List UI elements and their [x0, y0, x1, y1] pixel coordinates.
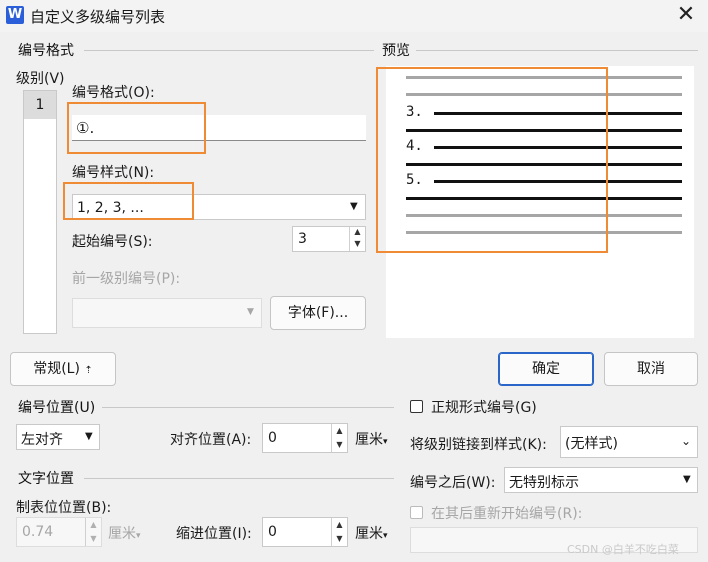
spin-down-icon[interactable]: ▼: [350, 239, 365, 251]
spin-up-icon[interactable]: ▲: [350, 227, 365, 239]
start-number-stepper[interactable]: 3 ▲ ▼: [292, 226, 366, 252]
style-label: 编号样式(N):: [72, 165, 155, 181]
highlight-box: [67, 102, 206, 154]
align-position-label: 对齐位置(A):: [170, 432, 252, 448]
restart-numbering-checkbox: [410, 506, 423, 519]
chevron-down-icon: ▾: [383, 437, 388, 447]
legal-numbering-checkbox[interactable]: [410, 400, 423, 413]
legal-numbering-label: 正规形式编号(G): [431, 400, 537, 416]
spin-up-icon: ▲: [90, 520, 97, 529]
spin-down-icon: ▼: [90, 534, 97, 543]
alignment-value: 左对齐: [21, 432, 63, 448]
link-style-select[interactable]: (无样式) ⌄: [560, 426, 698, 458]
align-position-value: 0: [268, 430, 277, 446]
expand-icon: ⇡: [84, 365, 93, 376]
close-icon[interactable]: ✕: [674, 4, 698, 28]
after-number-label: 编号之后(W):: [410, 475, 496, 491]
level-list[interactable]: 1: [23, 90, 57, 334]
chevron-down-icon: ▼: [683, 474, 691, 485]
tab-unit-select: 厘米▾: [108, 523, 141, 543]
indent-unit: 厘米: [355, 526, 383, 542]
align-unit-select[interactable]: 厘米▾: [355, 429, 388, 449]
start-value: 3: [298, 231, 307, 247]
level-item[interactable]: 1: [24, 91, 56, 119]
tab-position-label: 制表位位置(B):: [16, 500, 112, 516]
divider: [84, 478, 394, 479]
chevron-down-icon: ▼: [350, 201, 358, 212]
chevron-down-icon: ▼: [85, 431, 93, 442]
format-label: 编号格式(O):: [72, 85, 155, 101]
divider: [416, 50, 698, 51]
chevron-down-icon: ▼: [247, 307, 254, 317]
spin-up-icon[interactable]: ▲: [332, 424, 347, 438]
wps-writer-icon: W: [6, 6, 24, 24]
chevron-down-icon: ⌄: [681, 434, 692, 448]
number-position-title: 编号位置(U): [18, 400, 96, 416]
highlight-box: [63, 182, 194, 220]
chevron-down-icon: ▾: [383, 531, 388, 541]
number-format-group-title: 编号格式: [18, 43, 74, 59]
link-style-value: (无样式): [565, 436, 618, 452]
window-title: 自定义多级编号列表: [30, 8, 166, 26]
after-number-value: 无特别标示: [509, 475, 579, 491]
spin-down-icon[interactable]: ▼: [332, 532, 347, 546]
align-position-stepper[interactable]: 0 ▲ ▼: [262, 423, 348, 453]
spinner[interactable]: ▲ ▼: [331, 518, 347, 546]
indent-unit-select[interactable]: 厘米▾: [355, 523, 388, 543]
text-position-title: 文字位置: [18, 471, 74, 487]
highlight-box: [376, 67, 608, 253]
restart-numbering-label: 在其后重新开始编号(R):: [431, 506, 583, 522]
spinner: ▲ ▼: [85, 518, 101, 546]
start-label: 起始编号(S):: [72, 234, 153, 250]
font-button[interactable]: 字体(F)...: [270, 296, 366, 330]
indent-value: 0: [268, 524, 277, 540]
prev-level-label: 前一级别编号(P):: [72, 271, 181, 287]
after-number-select[interactable]: 无特别标示 ▼: [504, 467, 698, 493]
chevron-down-icon: ▾: [136, 531, 141, 541]
spin-down-icon[interactable]: ▼: [332, 438, 347, 452]
divider: [84, 50, 374, 51]
prev-level-select: ▼: [72, 298, 262, 328]
tab-position-value: 0.74: [22, 524, 54, 540]
divider: [102, 407, 394, 408]
ok-button[interactable]: 确定: [498, 352, 594, 386]
spinner[interactable]: ▲ ▼: [349, 227, 365, 251]
align-unit: 厘米: [355, 432, 383, 448]
spinner[interactable]: ▲ ▼: [331, 424, 347, 452]
general-label: 常规(L): [33, 361, 80, 377]
spin-up-icon[interactable]: ▲: [332, 518, 347, 532]
alignment-select[interactable]: 左对齐 ▼: [16, 424, 100, 450]
preview-title: 预览: [382, 43, 410, 59]
cancel-button[interactable]: 取消: [604, 352, 698, 386]
indent-label: 缩进位置(I):: [176, 526, 252, 542]
watermark: CSDN @白羊不吃白菜: [567, 543, 679, 556]
general-button[interactable]: 常规(L) ⇡: [10, 352, 116, 386]
tab-position-stepper: 0.74 ▲ ▼: [16, 517, 102, 547]
link-style-label: 将级别链接到样式(K):: [410, 437, 547, 453]
indent-stepper[interactable]: 0 ▲ ▼: [262, 517, 348, 547]
level-label: 级别(V): [16, 71, 65, 87]
tab-unit: 厘米: [108, 526, 136, 542]
